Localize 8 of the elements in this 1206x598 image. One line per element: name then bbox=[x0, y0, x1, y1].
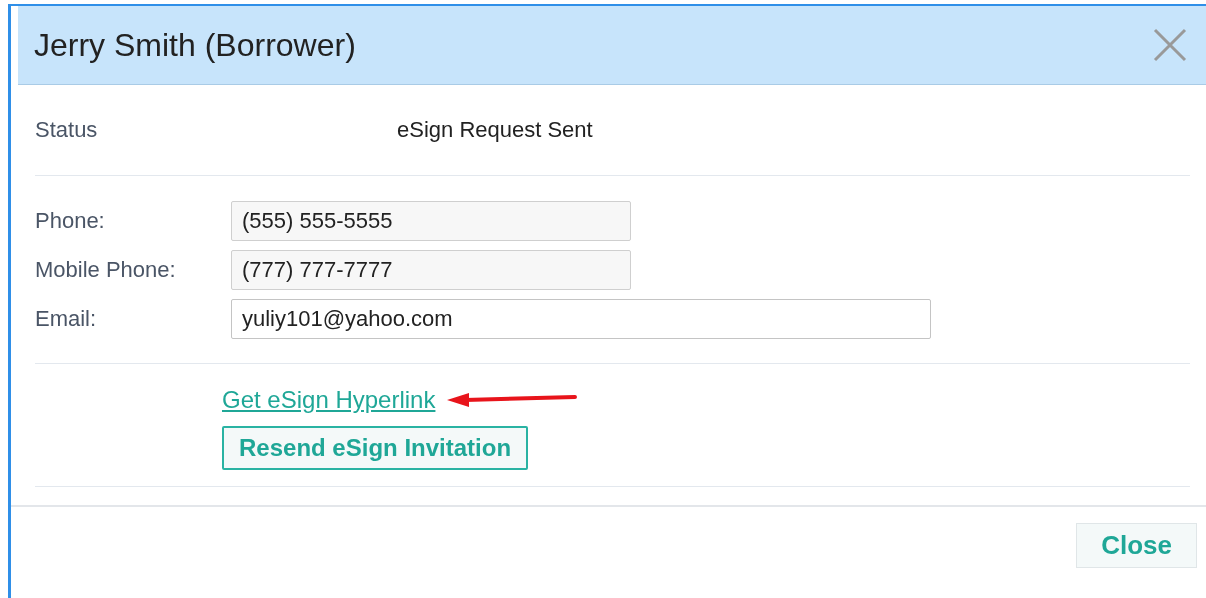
status-value: eSign Request Sent bbox=[397, 117, 593, 143]
field-label: Phone: bbox=[35, 208, 106, 234]
input-field[interactable]: yuliy101@yahoo.com bbox=[231, 299, 931, 339]
field-label: Email: bbox=[35, 306, 98, 332]
field-label: Mobile Phone: bbox=[35, 257, 177, 283]
status-label: Status bbox=[35, 117, 99, 143]
dialog-title: Jerry Smith (Borrower) bbox=[34, 26, 356, 64]
arrow-icon bbox=[447, 392, 578, 408]
